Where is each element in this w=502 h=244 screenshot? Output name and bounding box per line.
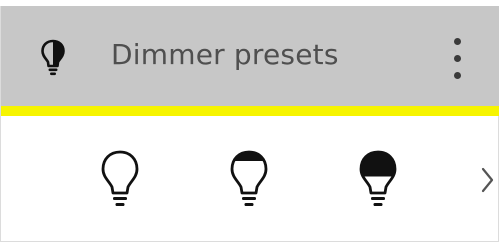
bulb-bright-icon <box>356 146 400 214</box>
preset-list <box>1 116 499 242</box>
preset-bright[interactable] <box>356 146 400 214</box>
chevron-right-icon <box>475 167 499 202</box>
next-presets-button[interactable] <box>475 162 499 198</box>
preset-off[interactable] <box>98 146 142 214</box>
dimmer-presets-card: Dimmer presets <box>0 6 499 242</box>
more-vert-icon[interactable] <box>442 34 472 84</box>
preset-dim[interactable] <box>227 146 271 214</box>
bulb-half-icon <box>40 38 66 78</box>
bulb-dim-icon <box>227 146 271 214</box>
bulb-off-icon <box>98 146 142 214</box>
card-header: Dimmer presets <box>1 6 499 106</box>
page-title: Dimmer presets <box>111 38 339 71</box>
accent-bar <box>1 106 499 116</box>
